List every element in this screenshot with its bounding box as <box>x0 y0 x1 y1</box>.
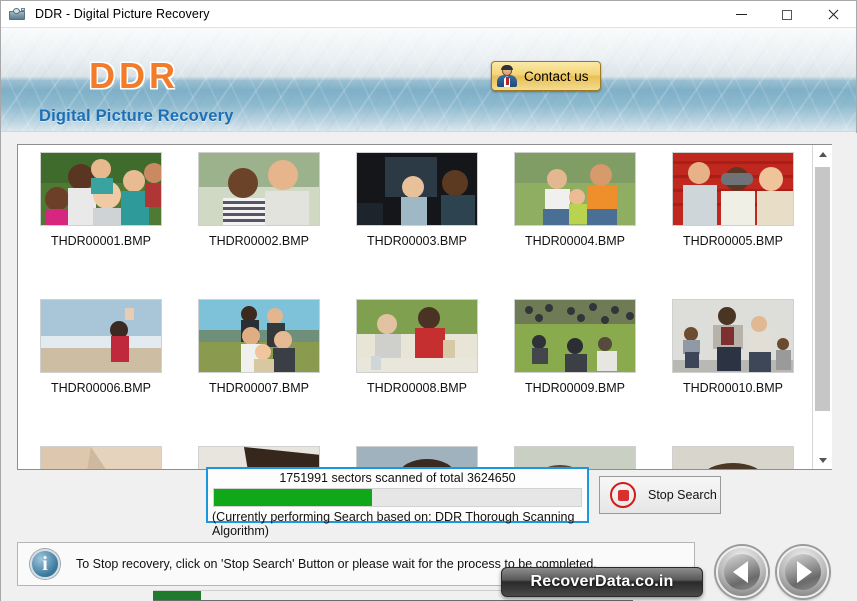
thumbnail-image[interactable] <box>514 152 636 226</box>
thumbnail-caption: THDR00004.BMP <box>524 234 626 248</box>
thumbnail-scroll-area: THDR00001.BMP THDR00002.BMP THDR00003.BM… <box>18 145 812 469</box>
thumbnail-caption: THDR00007.BMP <box>208 381 310 395</box>
thumbnail-image[interactable] <box>514 446 636 469</box>
thumbnail-image[interactable] <box>198 299 320 373</box>
scroll-up-button[interactable] <box>813 145 832 163</box>
thumbnail-image[interactable] <box>672 152 794 226</box>
scan-status-text: 1751991 sectors scanned of total 3624650 <box>279 471 516 485</box>
thumbnail-caption: THDR00002.BMP <box>208 234 310 248</box>
thumbnail-image[interactable] <box>40 152 162 226</box>
back-button[interactable] <box>716 546 768 598</box>
stop-search-button[interactable]: Stop Search <box>599 476 721 514</box>
app-subtitle: Digital Picture Recovery <box>39 107 234 125</box>
camera-icon <box>8 6 28 22</box>
minimize-button[interactable] <box>718 1 764 28</box>
thumbnail-item[interactable] <box>658 446 808 469</box>
main-content: THDR00001.BMP THDR00002.BMP THDR00003.BM… <box>1 133 857 601</box>
chevron-down-icon <box>818 457 827 463</box>
thumbnail-image[interactable] <box>356 299 478 373</box>
thumbnail-item[interactable]: THDR00001.BMP <box>26 152 176 299</box>
brand-text: RecoverData.co.in <box>530 573 674 590</box>
contact-us-button[interactable]: Contact us <box>491 61 601 91</box>
progress-bar-fill <box>214 489 372 506</box>
thumbnail-item[interactable]: THDR00004.BMP <box>500 152 650 299</box>
title-bar: DDR - Digital Picture Recovery <box>1 1 856 28</box>
thumbnail-item[interactable]: THDR00006.BMP <box>26 299 176 446</box>
application-window: DDR - Digital Picture Recovery DDR Digit… <box>0 0 857 601</box>
stop-search-label: Stop Search <box>648 488 717 502</box>
scrollbar-thumb[interactable] <box>815 167 830 411</box>
scan-algorithm-note: (Currently performing Search based on: D… <box>212 510 575 538</box>
thumbnail-image[interactable] <box>672 299 794 373</box>
thumbnail-image[interactable] <box>40 299 162 373</box>
app-banner: DDR Digital Picture Recovery Contact us <box>1 28 856 132</box>
thumbnail-row-partial <box>18 446 812 469</box>
info-icon: i <box>30 549 60 579</box>
chevron-up-icon <box>818 151 827 157</box>
contact-us-label: Contact us <box>524 68 589 84</box>
thumbnail-item[interactable] <box>342 446 492 469</box>
thumbnail-image[interactable] <box>356 446 478 469</box>
thumbnail-item[interactable]: THDR00002.BMP <box>184 152 334 299</box>
thumbnail-item[interactable]: THDR00005.BMP <box>658 152 808 299</box>
thumbnail-caption: THDR00008.BMP <box>366 381 468 395</box>
thumbnail-item[interactable]: THDR00007.BMP <box>184 299 334 446</box>
thumbnail-image[interactable] <box>356 152 478 226</box>
thumbnail-caption: THDR00010.BMP <box>682 381 784 395</box>
person-icon <box>496 65 518 87</box>
thumbnail-item[interactable] <box>500 446 650 469</box>
thumbnail-image[interactable] <box>514 299 636 373</box>
scan-progress-panel: 1751991 sectors scanned of total 3624650… <box>206 467 589 538</box>
thumbnail-caption: THDR00003.BMP <box>366 234 468 248</box>
navigation-buttons <box>716 546 829 598</box>
thumbnail-caption: THDR00005.BMP <box>682 234 784 248</box>
thumbnail-item[interactable]: THDR00009.BMP <box>500 299 650 446</box>
thumbnail-caption: THDR00006.BMP <box>50 381 152 395</box>
thumbnail-item[interactable] <box>184 446 334 469</box>
thumbnail-panel: THDR00001.BMP THDR00002.BMP THDR00003.BM… <box>17 144 832 470</box>
thumbnail-item[interactable]: THDR00010.BMP <box>658 299 808 446</box>
thumbnail-image[interactable] <box>672 446 794 469</box>
close-button[interactable] <box>810 1 856 28</box>
scrollbar-track[interactable] <box>813 163 832 451</box>
maximize-icon <box>782 9 792 20</box>
ddr-logo: DDR <box>89 55 179 96</box>
thumbnail-item[interactable] <box>26 446 176 469</box>
thumbnail-caption: THDR00001.BMP <box>50 234 152 248</box>
thumbnail-row: THDR00001.BMP THDR00002.BMP THDR00003.BM… <box>18 152 812 299</box>
minimize-icon <box>735 14 747 15</box>
progress-bar <box>213 488 582 507</box>
thumbnail-grid: THDR00001.BMP THDR00002.BMP THDR00003.BM… <box>18 145 812 469</box>
vertical-scrollbar[interactable] <box>812 145 832 469</box>
close-icon <box>827 9 839 21</box>
arrow-left-icon <box>733 561 748 583</box>
secondary-progress-fill <box>153 591 201 600</box>
maximize-button[interactable] <box>764 1 810 28</box>
thumbnail-image[interactable] <box>40 446 162 469</box>
stop-icon <box>610 482 636 508</box>
thumbnail-image[interactable] <box>198 446 320 469</box>
thumbnail-caption: THDR00009.BMP <box>524 381 626 395</box>
thumbnail-image[interactable] <box>198 152 320 226</box>
next-button[interactable] <box>777 546 829 598</box>
arrow-right-icon <box>797 561 812 583</box>
thumbnail-item[interactable]: THDR00003.BMP <box>342 152 492 299</box>
scroll-down-button[interactable] <box>813 451 832 469</box>
thumbnail-row: THDR00006.BMP THDR00007.BMP THDR00008.BM… <box>18 299 812 446</box>
thumbnail-item[interactable]: THDR00008.BMP <box>342 299 492 446</box>
brand-watermark: RecoverData.co.in <box>501 567 703 597</box>
window-controls <box>718 1 856 28</box>
window-title: DDR - Digital Picture Recovery <box>35 7 210 21</box>
